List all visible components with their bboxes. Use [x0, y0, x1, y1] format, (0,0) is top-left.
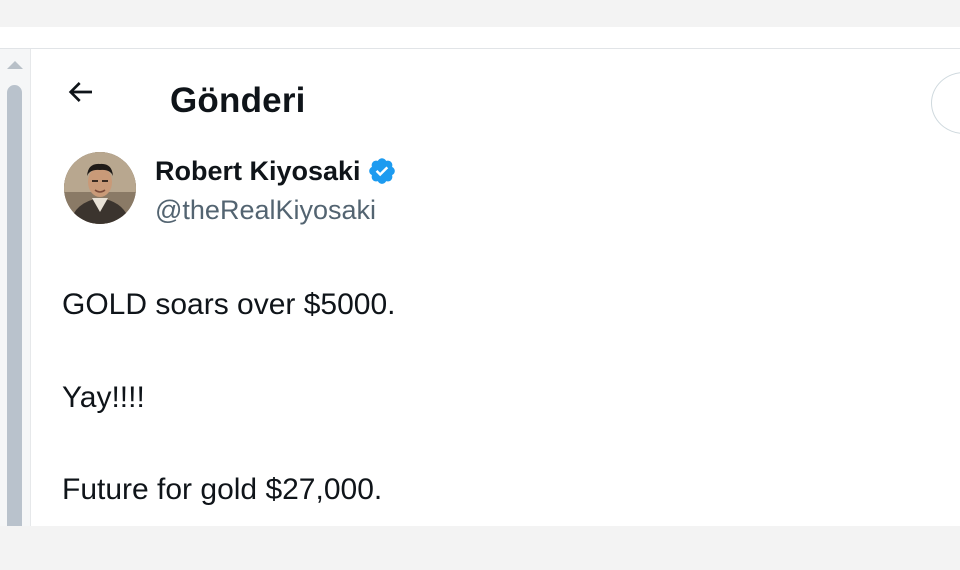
tweet-text-line-1: GOLD soars over $5000. — [62, 288, 396, 321]
scrollbar-thumb[interactable] — [7, 85, 22, 526]
page-header: Gönderi — [31, 49, 960, 134]
header-action-button[interactable] — [931, 72, 960, 134]
back-button[interactable] — [59, 71, 101, 113]
bottom-band — [0, 526, 960, 570]
top-band — [0, 0, 960, 27]
page-title: Gönderi — [170, 81, 306, 120]
author-handle[interactable]: @theRealKiyosaki — [155, 192, 376, 228]
vertical-scrollbar[interactable] — [0, 49, 31, 526]
author-name[interactable]: Robert Kiyosaki — [155, 153, 361, 189]
tweet-text-line-3: Future for gold $27,000. — [62, 473, 383, 506]
arrow-left-icon — [68, 82, 92, 102]
author-name-row[interactable]: Robert Kiyosaki — [155, 153, 397, 189]
tweet-text-line-2: Yay!!!! — [62, 381, 145, 414]
avatar[interactable] — [64, 152, 136, 224]
profile-photo — [64, 152, 136, 224]
scroll-up-arrow-icon[interactable] — [7, 61, 23, 69]
post-window: Gönderi — [0, 27, 960, 526]
verified-badge-icon — [368, 158, 395, 184]
